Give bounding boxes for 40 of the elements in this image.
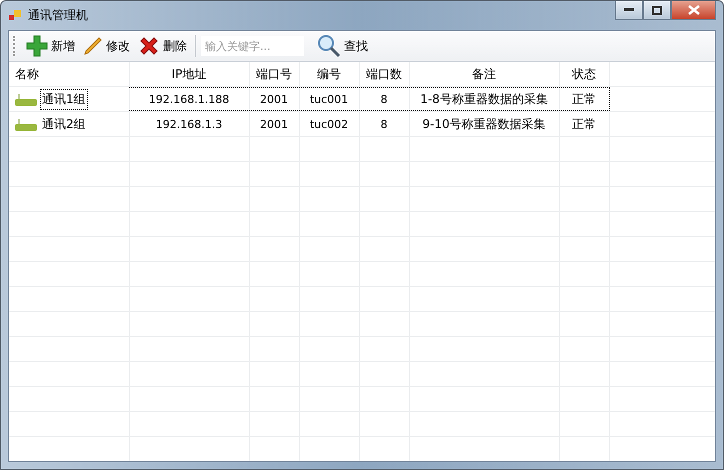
app-icon [8, 8, 22, 22]
table-cell: 正常 [572, 91, 596, 108]
column-header[interactable]: 名称 [9, 62, 129, 87]
table-cell: 2001 [260, 118, 288, 131]
maximize-button[interactable] [643, 1, 671, 20]
table-cell: 192.168.1.3 [156, 118, 222, 131]
search-field[interactable]: 输入关键字... [201, 36, 304, 56]
column-header[interactable]: 端口号 [249, 62, 299, 87]
column-header[interactable]: 端口数 [359, 62, 409, 87]
column-header[interactable]: IP地址 [129, 62, 249, 87]
minimize-icon [624, 8, 634, 12]
column-header[interactable]: 状态 [559, 62, 609, 87]
table-cell: tuc001 [310, 93, 348, 106]
maximize-icon [652, 6, 662, 14]
table-cell: 192.168.1.188 [148, 93, 230, 106]
toolbar-button[interactable]: 删除 [135, 33, 190, 59]
table-cell: 正常 [572, 116, 596, 133]
router-icon [15, 94, 37, 106]
cross-icon [138, 35, 160, 57]
table-cell: 8 [380, 93, 388, 106]
table-cell: 9-10号称重器数据采集 [422, 116, 546, 133]
table-cell: 2001 [260, 93, 288, 106]
close-button[interactable] [671, 1, 716, 20]
window-title: 通讯管理机 [28, 7, 88, 24]
table-cell: 1-8号称重器数据的采集 [420, 91, 548, 108]
table-cell: 8 [380, 118, 388, 131]
table-cell[interactable]: 通讯2组 [40, 114, 88, 135]
pencil-icon [83, 36, 103, 56]
toolbar-button[interactable]: 新增 [23, 33, 78, 59]
table-cell[interactable]: 通讯1组 [40, 89, 88, 110]
toolbar-button[interactable]: 修改 [80, 33, 133, 59]
search-button[interactable]: 查找 [314, 33, 371, 59]
column-header[interactable]: 编号 [299, 62, 359, 87]
magnifier-icon [317, 34, 341, 58]
column-header[interactable]: 备注 [409, 62, 559, 87]
router-icon [15, 118, 37, 130]
table-cell: tuc002 [310, 118, 348, 131]
minimize-button[interactable] [615, 1, 643, 20]
close-icon [688, 5, 700, 15]
plus-icon [26, 35, 48, 57]
